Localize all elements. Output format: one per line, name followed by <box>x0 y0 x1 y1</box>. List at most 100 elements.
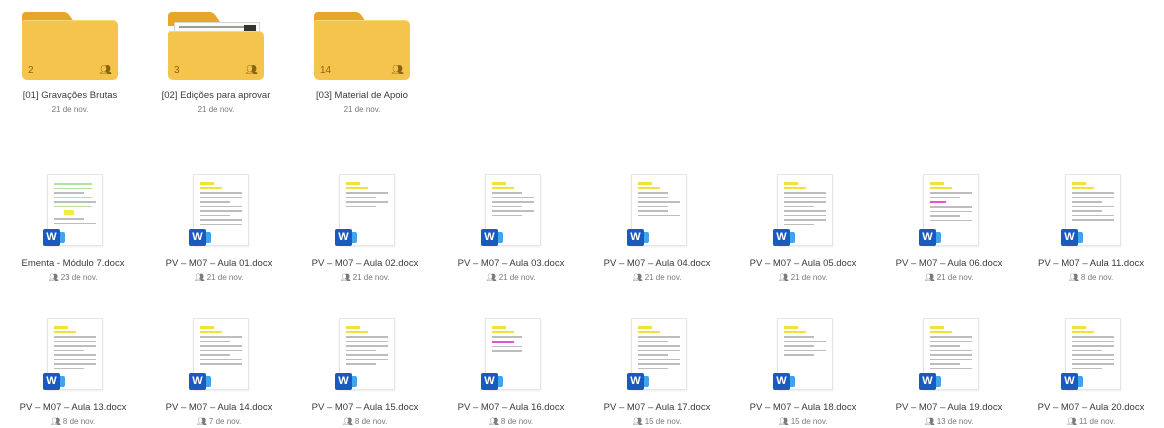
shared-folder-icon: 3 👥︎ <box>168 12 264 80</box>
shared-people-icon: 👥︎ <box>342 417 353 426</box>
file-tile[interactable]: W PV – M07 – Aula 03.docx 👥︎ 21 de nov. <box>438 174 584 282</box>
file-date: 👥︎ 21 de nov. <box>146 273 292 282</box>
file-date-text: 11 de nov. <box>1078 417 1116 426</box>
word-app-icon: W <box>1061 229 1083 246</box>
file-date-text: 21 de nov. <box>790 273 828 282</box>
file-tile[interactable]: W PV – M07 – Aula 05.docx 👥︎ 21 de nov. <box>730 174 876 282</box>
folder-tile[interactable]: 3 👥︎ [02] Edições para aprovar 21 de nov… <box>146 12 286 114</box>
file-date: 👥︎ 21 de nov. <box>584 273 730 282</box>
file-date: 👥︎ 8 de nov. <box>1018 273 1164 282</box>
file-date: 👥︎ 8 de nov. <box>0 417 146 426</box>
folder-date: 21 de nov. <box>51 105 89 114</box>
file-name: PV – M07 – Aula 11.docx <box>1038 258 1144 269</box>
file-tile[interactable]: W PV – M07 – Aula 13.docx 👥︎ 8 de nov. <box>0 318 146 426</box>
folder-item-count: 2 <box>28 65 34 76</box>
file-date-text: 15 de nov. <box>644 417 682 426</box>
word-doc-icon: W <box>185 174 253 248</box>
word-doc-icon: W <box>1057 174 1125 248</box>
file-name: PV – M07 – Aula 19.docx <box>895 402 1003 413</box>
shared-folder-icon: 2 👥︎ <box>22 12 118 80</box>
folder-name: [02] Edições para aprovar <box>161 90 271 101</box>
file-tile[interactable]: W PV – M07 – Aula 18.docx 👥︎ 15 de nov. <box>730 318 876 426</box>
word-doc-icon: W <box>1057 318 1125 392</box>
word-doc-icon: W <box>185 318 253 392</box>
file-tile[interactable]: W PV – M07 – Aula 14.docx 👥︎ 7 de nov. <box>146 318 292 426</box>
file-tile[interactable]: W PV – M07 – Aula 15.docx 👥︎ 8 de nov. <box>292 318 438 426</box>
file-tile[interactable]: W PV – M07 – Aula 04.docx 👥︎ 21 de nov. <box>584 174 730 282</box>
word-app-icon: W <box>481 373 503 390</box>
word-doc-icon: W <box>769 318 837 392</box>
file-tile[interactable]: W PV – M07 – Aula 19.docx 👥︎ 13 de nov. <box>876 318 1022 426</box>
word-app-icon: W <box>773 373 795 390</box>
file-date: 👥︎ 21 de nov. <box>438 273 584 282</box>
shared-people-icon: 👥︎ <box>486 273 497 282</box>
folder-tile[interactable]: 14 👥︎ [03] Material de Apoio 21 de nov. <box>292 12 432 114</box>
file-name: PV – M07 – Aula 13.docx <box>19 402 127 413</box>
file-tile[interactable]: W PV – M07 – Aula 06.docx 👥︎ 21 de nov. <box>876 174 1022 282</box>
shared-people-icon: 👥︎ <box>340 273 351 282</box>
file-name: PV – M07 – Aula 18.docx <box>749 402 857 413</box>
shared-people-icon: 👥︎ <box>632 417 643 426</box>
word-doc-icon: W <box>331 318 399 392</box>
word-app-icon: W <box>43 373 65 390</box>
file-date-text: 8 de nov. <box>354 417 388 426</box>
shared-people-icon: 👥︎ <box>391 65 404 76</box>
file-name: PV – M07 – Aula 01.docx <box>165 258 273 269</box>
word-app-icon: W <box>919 373 941 390</box>
shared-people-icon: 👥︎ <box>632 273 643 282</box>
file-tile[interactable]: W PV – M07 – Aula 20.docx 👥︎ 11 de nov. <box>1018 318 1164 426</box>
file-date: 👥︎ 15 de nov. <box>730 417 876 426</box>
word-app-icon: W <box>481 229 503 246</box>
file-name: PV – M07 – Aula 16.docx <box>457 402 565 413</box>
file-date: 👥︎ 21 de nov. <box>876 273 1022 282</box>
file-name: PV – M07 – Aula 06.docx <box>895 258 1003 269</box>
file-name: PV – M07 – Aula 04.docx <box>603 258 711 269</box>
folder-tile[interactable]: 2 👥︎ [01] Gravações Brutas 21 de nov. <box>0 12 140 114</box>
file-date-text: 21 de nov. <box>644 273 682 282</box>
shared-people-icon: 👥︎ <box>1068 273 1079 282</box>
file-name: PV – M07 – Aula 05.docx <box>749 258 857 269</box>
shared-people-icon: 👥︎ <box>1066 417 1077 426</box>
file-tile[interactable]: W PV – M07 – Aula 16.docx 👥︎ 8 de nov. <box>438 318 584 426</box>
file-tile[interactable]: W Ementa - Módulo 7.docx 👥︎ 23 de nov. <box>0 174 146 282</box>
shared-people-icon: 👥︎ <box>778 417 789 426</box>
word-doc-icon: W <box>915 174 983 248</box>
shared-folder-icon: 14 👥︎ <box>314 12 410 80</box>
word-app-icon: W <box>189 229 211 246</box>
file-date-text: 21 de nov. <box>352 273 390 282</box>
file-date: 👥︎ 21 de nov. <box>730 273 876 282</box>
word-doc-icon: W <box>915 318 983 392</box>
file-date: 👥︎ 11 de nov. <box>1018 417 1164 426</box>
file-date-text: 8 de nov. <box>500 417 534 426</box>
word-app-icon: W <box>43 229 65 246</box>
file-date: 👥︎ 7 de nov. <box>146 417 292 426</box>
shared-people-icon: 👥︎ <box>99 65 112 76</box>
word-app-icon: W <box>335 229 357 246</box>
file-date-text: 7 de nov. <box>208 417 242 426</box>
word-app-icon: W <box>1061 373 1083 390</box>
file-tile[interactable]: W PV – M07 – Aula 11.docx 👥︎ 8 de nov. <box>1018 174 1164 282</box>
file-date-text: 21 de nov. <box>206 273 244 282</box>
file-tile[interactable]: W PV – M07 – Aula 01.docx 👥︎ 21 de nov. <box>146 174 292 282</box>
shared-people-icon: 👥︎ <box>488 417 499 426</box>
file-date: 👥︎ 15 de nov. <box>584 417 730 426</box>
shared-people-icon: 👥︎ <box>924 273 935 282</box>
word-doc-icon: W <box>623 174 691 248</box>
word-doc-icon: W <box>769 174 837 248</box>
word-doc-icon: W <box>477 174 545 248</box>
file-tile[interactable]: W PV – M07 – Aula 02.docx 👥︎ 21 de nov. <box>292 174 438 282</box>
folder-item-count: 3 <box>174 65 180 76</box>
word-doc-icon: W <box>331 174 399 248</box>
shared-people-icon: 👥︎ <box>48 273 59 282</box>
file-name: Ementa - Módulo 7.docx <box>21 258 125 269</box>
file-date: 👥︎ 13 de nov. <box>876 417 1022 426</box>
word-app-icon: W <box>627 229 649 246</box>
folder-date: 21 de nov. <box>343 105 381 114</box>
shared-people-icon: 👥︎ <box>924 417 935 426</box>
file-date-text: 21 de nov. <box>498 273 536 282</box>
file-name: PV – M07 – Aula 17.docx <box>603 402 711 413</box>
file-tile[interactable]: W PV – M07 – Aula 17.docx 👥︎ 15 de nov. <box>584 318 730 426</box>
word-app-icon: W <box>189 373 211 390</box>
shared-people-icon: 👥︎ <box>194 273 205 282</box>
file-name: PV – M07 – Aula 02.docx <box>311 258 419 269</box>
